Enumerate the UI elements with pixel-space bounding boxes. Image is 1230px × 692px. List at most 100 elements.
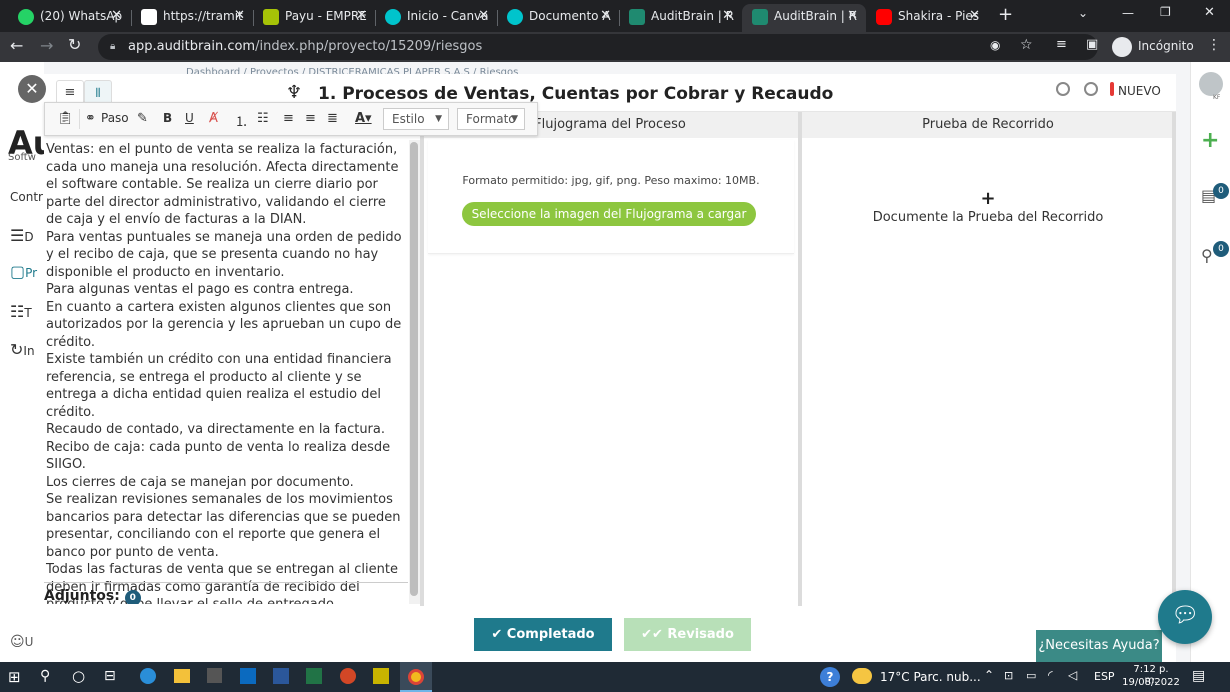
close-tab-icon[interactable]: ✕	[111, 4, 122, 28]
user-avatar-icon[interactable]	[1199, 72, 1223, 96]
sidebar-item-users[interactable]: ☺U	[10, 634, 33, 650]
youtube-icon	[876, 9, 892, 25]
close-tab-icon[interactable]: ✕	[969, 4, 980, 28]
browser-tab[interactable]: Shakira - Pies ✕	[866, 4, 988, 32]
column-divider	[798, 112, 802, 606]
clock-date[interactable]: 19/08/2022	[1122, 677, 1180, 688]
powerpoint-icon[interactable]	[340, 668, 356, 684]
store-icon[interactable]	[207, 668, 222, 683]
sidebar-item-projects[interactable]: ▢Pr	[10, 262, 37, 281]
style-dropdown[interactable]: Estilo ▼	[383, 108, 449, 130]
bullet-list-icon[interactable]: ☷	[257, 111, 269, 126]
sidebar-item-reports[interactable]: ↻In	[10, 340, 35, 359]
rich-text-toolbar: 📋︎ ⚭ Paso ✎ B U Ⱥ ⒈ ☷ ≡ ≡ ≣ A▾ Estilo ▼ F…	[44, 102, 538, 136]
add-walkthrough-icon[interactable]: +	[802, 188, 1174, 209]
notifications-icon[interactable]: ▤	[1192, 668, 1205, 684]
network-icon[interactable]: ⊡	[1004, 669, 1013, 682]
sidebar-item-tasks[interactable]: ☷T	[10, 302, 32, 321]
word-icon[interactable]	[273, 668, 289, 684]
mail-icon[interactable]	[240, 668, 256, 684]
cortana-icon[interactable]: ○	[72, 667, 85, 685]
narrative-paragraph: Los cierres de caja se manejan por docum…	[46, 474, 354, 490]
forward-icon[interactable]: →	[40, 36, 53, 55]
numbered-list-icon[interactable]: ⒈	[235, 111, 248, 130]
reviewed-button[interactable]: ✔✔ Revisado	[624, 618, 751, 651]
volume-icon[interactable]: ◁	[1068, 668, 1077, 682]
narrative-editor[interactable]: Ventas: en el punto de venta se realiza …	[44, 140, 420, 604]
format-dropdown[interactable]: Formato ▼	[457, 108, 525, 130]
file-explorer-icon[interactable]	[174, 669, 190, 683]
bold-icon[interactable]: B	[163, 111, 172, 125]
chevron-down-icon: ▼	[511, 114, 518, 124]
edge-icon[interactable]	[140, 668, 156, 684]
browser-tab-active[interactable]: AuditBrain | R ✕	[742, 4, 866, 32]
menu-icon[interactable]: ⋮	[1207, 37, 1221, 53]
remove-format-icon[interactable]: Ⱥ	[209, 111, 218, 126]
underline-icon[interactable]: U	[185, 111, 194, 125]
narrative-paragraph: Para ventas puntuales se maneja una orde…	[46, 229, 402, 280]
weather-text[interactable]: 17°C Parc. nub...	[880, 670, 981, 684]
close-tab-icon[interactable]: ✕	[847, 4, 858, 28]
scrollbar-thumb[interactable]	[410, 142, 418, 596]
sidebar-item-dashboard[interactable]: ☰D	[10, 226, 34, 245]
close-modal-button[interactable]: ✕	[18, 75, 46, 103]
incognito-label[interactable]: Incógnito	[1138, 39, 1194, 53]
justify-icon[interactable]: ≣	[327, 111, 338, 126]
align-left-icon[interactable]: ≡	[283, 111, 294, 126]
tab-label: Documento A	[529, 9, 611, 23]
reading-list-icon[interactable]: ≡	[1056, 37, 1067, 52]
weather-icon[interactable]	[852, 668, 872, 684]
eye-off-icon[interactable]: ◉	[990, 38, 1000, 52]
windows-start-icon[interactable]: ⊞	[8, 668, 21, 686]
narrative-text[interactable]: Ventas: en el punto de venta se realiza …	[46, 141, 404, 604]
address-bar[interactable]: 🔒︎ app.auditbrain.com/index.php/proyecto…	[98, 34, 1098, 60]
browser-tab[interactable]: (20) WhatsAp ✕	[8, 4, 130, 32]
close-window-icon[interactable]: ✕	[1204, 5, 1215, 20]
browser-tab[interactable]: Documento A ✕	[497, 4, 619, 32]
upload-flowchart-button[interactable]: Seleccione la imagen del Flujograma a ca…	[462, 202, 756, 226]
browser-tab[interactable]: AuditBrain | R ✕	[619, 4, 741, 32]
new-tab-icon[interactable]: +	[998, 4, 1013, 25]
close-tab-icon[interactable]: ✕	[356, 4, 367, 28]
wifi-icon[interactable]: ◜	[1048, 668, 1053, 682]
narrative-paragraph: Se realizan revisiones semanales de los …	[46, 492, 401, 560]
align-center-icon[interactable]: ≡	[305, 111, 316, 126]
reload-icon[interactable]: ↻	[68, 35, 81, 54]
back-icon[interactable]: ←	[10, 36, 23, 55]
paste-icon[interactable]: 📋︎	[57, 111, 74, 126]
sticky-notes-icon[interactable]	[373, 668, 389, 684]
avatar-initials: KF	[1213, 94, 1221, 101]
minimize-icon[interactable]: —	[1122, 6, 1134, 20]
tab-search-icon[interactable]: ⌄	[1078, 6, 1088, 20]
bookmark-star-icon[interactable]: ☆	[1020, 37, 1033, 53]
help-button[interactable]: ¿Necesitas Ayuda?	[1036, 630, 1162, 662]
chat-icon[interactable]: 💬︎	[1158, 590, 1212, 644]
close-tab-icon[interactable]: ✕	[600, 4, 611, 28]
language-indicator[interactable]: ESP	[1094, 670, 1115, 683]
link-step-label[interactable]: Paso	[101, 111, 129, 125]
link-icon[interactable]: ⚭	[85, 111, 96, 126]
side-panel-icon[interactable]: ▣	[1086, 37, 1098, 52]
lock-icon: 🔒︎	[110, 41, 116, 52]
excel-icon[interactable]	[306, 668, 322, 684]
restore-icon[interactable]: ❐	[1160, 5, 1171, 19]
completed-button[interactable]: ✔ Completado	[474, 618, 612, 651]
add-icon[interactable]: +	[1201, 128, 1219, 153]
add-walkthrough-link[interactable]: Documente la Prueba del Recorrido	[802, 210, 1174, 225]
browser-tab[interactable]: Payu - EMPRE ✕	[253, 4, 375, 32]
battery-icon[interactable]: ▭	[1026, 669, 1036, 682]
unlink-icon[interactable]: ✎	[137, 111, 148, 126]
browser-tab[interactable]: https://tramit ✕	[131, 4, 253, 32]
close-tab-icon[interactable]: ✕	[478, 4, 489, 28]
process-title: 1. Procesos de Ventas, Cuentas por Cobra…	[318, 84, 834, 104]
browser-tab[interactable]: Inicio - Canva ✕	[375, 4, 497, 32]
close-tab-icon[interactable]: ✕	[722, 4, 733, 28]
text-color-icon[interactable]: A▾	[355, 111, 372, 126]
search-icon[interactable]: ⚲	[40, 668, 50, 684]
help-question-icon[interactable]: ?	[820, 667, 840, 687]
sidebar-item-control[interactable]: Contr	[10, 190, 43, 204]
chevron-up-icon[interactable]: ⌃	[984, 668, 994, 682]
task-view-icon[interactable]: ⊟	[104, 668, 116, 684]
close-tab-icon[interactable]: ✕	[234, 4, 245, 28]
checklist-icon[interactable]: ⚲	[1201, 246, 1213, 265]
